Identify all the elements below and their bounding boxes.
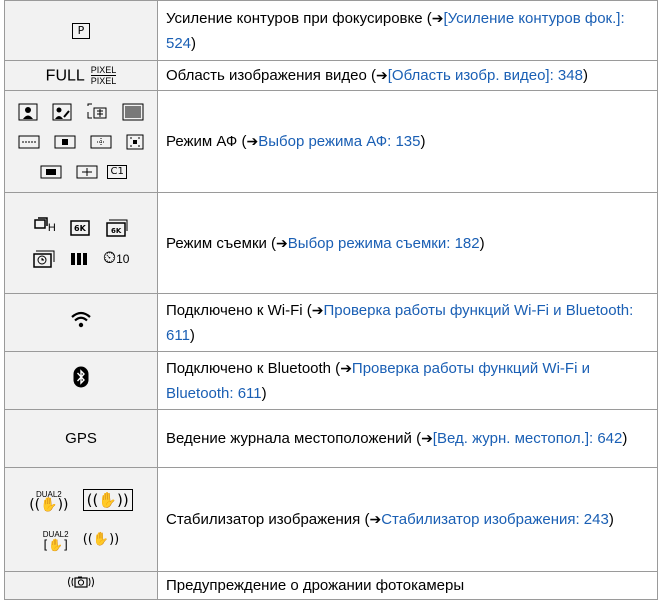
reference-link[interactable]: [Область изобр. видео]: 348 [388,67,583,84]
stab-icons-row-2: DUAL2 [✋] ((✋)) [5,519,157,559]
description-text-end: ) [622,430,628,447]
description-text-end: ) [189,326,195,344]
drive-icons-row-1: H 6K 6K [5,212,157,243]
face-eye-icon [18,103,38,121]
description-text: Ведение журнала местоположений ( [166,430,422,447]
description-text: Подключено к Wi-Fi ( [166,301,312,319]
description-text: Стабилизатор изображения ( [166,511,370,528]
1-area-plus-icon [40,165,62,179]
svg-text:6K: 6K [74,224,87,233]
drive-icons-row-2: ⏲10 [5,243,157,274]
icon-cell [4,351,158,410]
description-text: Предупреждение о дрожании фотокамеры [166,577,465,594]
arrow-icon: ➔ [340,359,352,376]
stabilizer-off-icon: ((✋)) [82,531,120,547]
icon-description-table: P Усиление контуров при фокусировке (➔[У… [4,0,658,600]
description-text-end: ) [479,234,485,252]
burst-label: H [47,222,56,234]
gps-icon: GPS [65,430,97,447]
icon-cell: P [4,0,158,61]
svg-text:6K: 6K [111,227,122,235]
arrow-icon: ➔ [376,67,388,83]
icon-cell: DUAL2 ((✋)) ((✋)) DUAL2 [✋] ((✋)) [4,467,158,572]
description-cell: Подключено к Bluetooth (➔Проверка работы… [157,351,658,410]
table-row: Предупреждение о дрожании фотокамеры [4,571,658,600]
reference-link[interactable]: [Вед. журн. местопол.]: 642 [433,430,623,447]
dual2-stabilizer-icon: DUAL2 ((✋)) [29,489,69,513]
description-text-end: ) [191,34,197,52]
bluetooth-icon [73,366,89,387]
description-text: Режим АФ ( [166,133,247,150]
pixel-bottom: PIXEL [90,76,117,87]
c1-icon: C1 [107,164,127,179]
description-cell: Усиление контуров при фокусировке (➔[Уси… [157,0,658,61]
description-cell: Область изображения видео (➔[Область изо… [157,60,658,91]
reference-link[interactable]: Выбор режима АФ: 135 [258,133,420,150]
table-row: DUAL2 ((✋)) ((✋)) DUAL2 [✋] ((✋)) Стабилиз… [4,467,658,572]
zone-h-icon [18,135,40,149]
icon-cell: H 6K 6K ⏲10 [4,192,158,294]
af-icons-row-2 [5,127,157,157]
arrow-icon: ➔ [276,234,288,251]
bracket-icon [70,252,87,265]
description-text-end: ) [261,384,267,402]
description-cell: Предупреждение о дрожании фотокамеры [157,571,658,600]
arrow-icon: ➔ [369,511,382,527]
table-row: C1 Режим АФ (➔Выбор режима АФ: 135) [4,90,658,193]
full-pixel-icon: FULL [45,67,85,85]
wifi-icon [71,311,91,327]
table-row: P Усиление контуров при фокусировке (➔[У… [4,0,658,61]
tracking-icon [87,103,107,119]
description-cell: Ведение журнала местоположений (➔[Вед. ж… [157,409,658,468]
dual2-video-stabilizer-icon: DUAL2 [✋] [42,529,69,552]
arrow-icon: ➔ [421,430,433,446]
description-text: Область изображения видео ( [166,67,377,84]
timer-label: 10 [116,252,130,266]
pixel-top: PIXEL [90,65,117,77]
description-text-end: ) [582,67,588,84]
description-text: Подключено к Bluetooth ( [166,359,341,377]
interval-icon [32,250,55,268]
face-body-icon [52,103,72,121]
arrow-icon: ➔ [311,301,324,318]
af-icons-row-1 [5,97,157,127]
icon-cell: FULL PIXEL PIXEL [4,60,158,91]
table-row: Подключено к Wi-Fi (➔Проверка работы фун… [4,293,658,352]
icon-cell [4,571,158,600]
description-cell: Стабилизатор изображения (➔Стабилизатор … [157,467,658,572]
stab-icons-row-1: DUAL2 ((✋)) ((✋)) [5,479,157,519]
6k-burst-icon: 6K [106,219,128,237]
zone-v-icon [54,135,76,149]
icon-cell: GPS [4,409,158,468]
description-text: Режим съемки ( [166,234,277,252]
arrow-icon: ➔ [246,133,259,149]
description-cell: Режим съемки (➔Выбор режима съемки: 182) [157,192,658,294]
table-row: FULL PIXEL PIXEL Область изображения видео… [4,60,658,91]
description-cell: Подключено к Wi-Fi (➔Проверка работы фун… [157,293,658,352]
arrow-icon: ➔ [431,9,444,26]
af-icons-row-3: C1 [5,157,157,187]
6k-photo-icon: 6K [70,219,90,236]
description-cell: Режим АФ (➔Выбор режима АФ: 135) [157,90,658,193]
225-area-icon [122,103,144,121]
description-text-end: ) [420,133,426,150]
description-text: Усиление контуров при фокусировке ( [166,9,432,27]
self-timer-icon: ⏲10 [102,248,130,268]
table-row: GPS Ведение журнала местоположений (➔[Ве… [4,409,658,468]
body-stabilizer-icon: ((✋)) [82,488,133,511]
icon-cell [4,293,158,352]
reference-link[interactable]: Стабилизатор изображения: 243 [381,511,609,528]
camera-shake-icon [68,576,94,588]
burst-h-icon: H [34,212,56,243]
description-text-end: ) [608,511,614,528]
pinpoint-icon [76,165,98,179]
zone-square-icon [90,135,112,149]
table-row: H 6K 6K ⏲10 Режим съемки (➔Выбор режима … [4,192,658,294]
reference-link[interactable]: Выбор режима съемки: 182 [288,235,480,252]
custom-multi-icon [126,134,144,150]
peaking-icon: P [72,23,90,40]
table-row: Подключено к Bluetooth (➔Проверка работы… [4,351,658,410]
pixel-fraction-icon: PIXEL PIXEL [90,65,117,87]
icon-cell: C1 [4,90,158,193]
